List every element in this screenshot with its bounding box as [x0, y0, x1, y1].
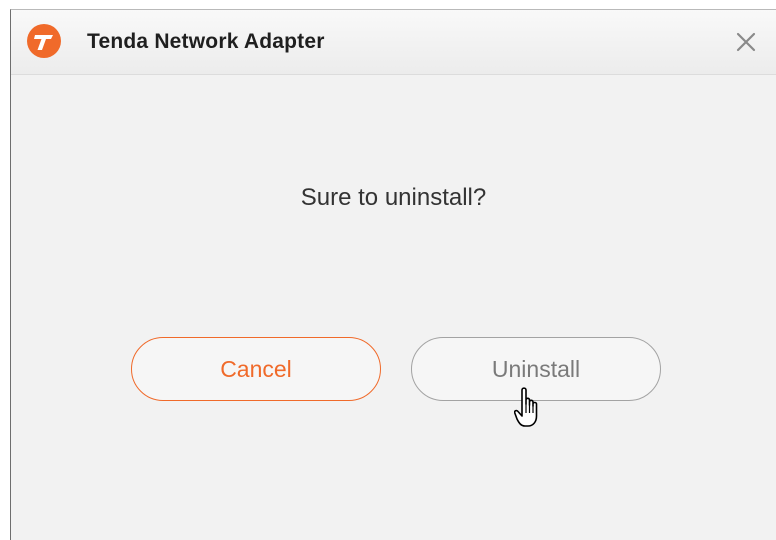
tenda-logo-icon [27, 24, 61, 58]
window-title: Tenda Network Adapter [87, 30, 325, 53]
confirm-message: Sure to uninstall? [300, 184, 487, 211]
cancel-button[interactable]: Cancel [131, 337, 381, 401]
close-icon[interactable] [734, 30, 758, 54]
dialog-window: Tenda Network Adapter Sure to uninstall?… [10, 9, 776, 540]
hand-pointer-cursor-icon [514, 387, 538, 427]
title-bar: Tenda Network Adapter [11, 10, 776, 75]
